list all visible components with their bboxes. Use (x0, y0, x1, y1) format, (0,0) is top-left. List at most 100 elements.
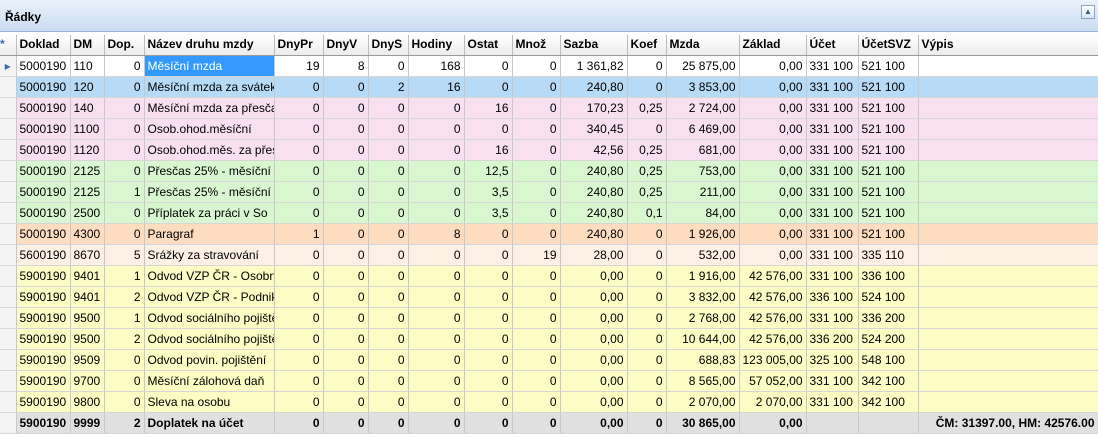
table-row[interactable]: 5900190 9800 0 Sleva na osobu 0 0 0 0 0 0 0,00 0 2 0… (0, 391, 1098, 413)
column-header[interactable]: Hodiny (408, 35, 465, 56)
cell-mno-[interactable]: 0 (512, 118, 561, 140)
cell-mzda[interactable]: 532,00 (666, 244, 740, 266)
cell-dnypr[interactable]: 0 (274, 202, 324, 224)
cell-mno-[interactable]: 0 (512, 202, 561, 224)
cell-dnys[interactable]: 0 (368, 118, 409, 140)
cell--et[interactable] (806, 412, 859, 434)
cell-z-klad[interactable]: 0,00 (739, 202, 807, 224)
cell-sazba[interactable]: 0,00 (560, 286, 628, 308)
cell-dop-[interactable]: 0 (104, 160, 145, 182)
cell-hodiny[interactable]: 0 (408, 286, 465, 308)
cell-dnys[interactable]: 0 (368, 286, 409, 308)
cell-ostat[interactable]: 0 (464, 286, 513, 308)
cell--et[interactable]: 331 100 (806, 202, 859, 224)
cell-mno-[interactable]: 0 (512, 160, 561, 182)
cell-doklad[interactable]: 5900190 (16, 328, 71, 350)
cell-sazba[interactable]: 0,00 (560, 307, 628, 329)
cell-v-pis[interactable] (918, 139, 1098, 161)
cell-n-zev-druhu-mzdy[interactable]: Měsíční mzda (144, 55, 275, 77)
cell-n-zev-druhu-mzdy[interactable]: Přesčas 25% - měsíční (144, 160, 275, 182)
cell-hodiny[interactable]: 0 (408, 265, 465, 287)
cell-dnyv[interactable]: 0 (323, 349, 369, 371)
cell-dnyv[interactable]: 0 (323, 139, 369, 161)
cell-z-klad[interactable]: 0,00 (739, 76, 807, 98)
cell-mno-[interactable]: 0 (512, 55, 561, 77)
cell-dnys[interactable]: 0 (368, 97, 409, 119)
cell-doklad[interactable]: 5000190 (16, 160, 71, 182)
cell-ostat[interactable]: 16 (464, 139, 513, 161)
column-header[interactable]: DnyPr (274, 35, 324, 56)
cell-ostat[interactable]: 16 (464, 97, 513, 119)
cell-doklad[interactable]: 5900190 (16, 286, 71, 308)
cell-v-pis[interactable] (918, 286, 1098, 308)
cell-dnys[interactable]: 0 (368, 139, 409, 161)
cell-doklad[interactable]: 5600190 (16, 244, 71, 266)
cell-sazba[interactable]: 0,00 (560, 265, 628, 287)
cell-ostat[interactable]: 0 (464, 76, 513, 98)
cell-dnypr[interactable]: 0 (274, 412, 324, 434)
row-indicator[interactable] (0, 97, 17, 119)
cell-dm[interactable]: 140 (70, 97, 105, 119)
cell-dm[interactable]: 2125 (70, 160, 105, 182)
cell-dop-[interactable]: 5 (104, 244, 145, 266)
cell-mno-[interactable]: 0 (512, 76, 561, 98)
cell-sazba[interactable]: 340,45 (560, 118, 628, 140)
cell-dnyv[interactable]: 0 (323, 370, 369, 392)
cell-v-pis[interactable] (918, 349, 1098, 371)
cell-koef[interactable]: 0 (627, 328, 667, 350)
cell-z-klad[interactable]: 0,00 (739, 97, 807, 119)
cell--etsvz[interactable]: 548 100 (858, 349, 919, 371)
cell-ostat[interactable]: 0 (464, 391, 513, 413)
cell-hodiny[interactable]: 0 (408, 202, 465, 224)
cell-dnys[interactable]: 0 (368, 265, 409, 287)
cell-dnypr[interactable]: 0 (274, 265, 324, 287)
cell-mzda[interactable]: 681,00 (666, 139, 740, 161)
cell-dnys[interactable]: 0 (368, 202, 409, 224)
cell-dnyv[interactable]: 0 (323, 244, 369, 266)
column-header[interactable]: ÚčetSVZ (858, 35, 919, 56)
cell-koef[interactable]: 0 (627, 244, 667, 266)
table-row[interactable]: 5000190 2125 1 Přesčas 25% - měsíční 0 0 0 0 3,5… (0, 181, 1098, 203)
cell-dm[interactable]: 9999 (70, 412, 105, 434)
cell-sazba[interactable]: 240,80 (560, 160, 628, 182)
cell-dop-[interactable]: 0 (104, 391, 145, 413)
cell-n-zev-druhu-mzdy[interactable]: Měsíční mzda za přesčas (144, 97, 275, 119)
cell-dm[interactable]: 110 (70, 55, 105, 77)
cell-dnyv[interactable]: 0 (323, 181, 369, 203)
cell-v-pis[interactable] (918, 370, 1098, 392)
cell-hodiny[interactable]: 0 (408, 139, 465, 161)
column-header[interactable]: DnyV (323, 35, 369, 56)
cell-dnys[interactable]: 2 (368, 76, 409, 98)
cell-hodiny[interactable]: 16 (408, 76, 465, 98)
cell-dm[interactable]: 1100 (70, 118, 105, 140)
cell-n-zev-druhu-mzdy[interactable]: Příplatek za práci v So (144, 202, 275, 224)
cell-dnys[interactable]: 0 (368, 307, 409, 329)
cell-sazba[interactable]: 1 361,82 (560, 55, 628, 77)
total-row[interactable]: 5900190 9999 2 Doplatek na účet 0 0 0 0 0 0 0,00 0 3… (0, 412, 1098, 434)
cell-ostat[interactable]: 3,5 (464, 202, 513, 224)
cell-koef[interactable]: 0 (627, 412, 667, 434)
row-indicator[interactable] (0, 223, 17, 245)
cell-koef[interactable]: 0 (627, 307, 667, 329)
cell-dnyv[interactable]: 0 (323, 307, 369, 329)
cell-n-zev-druhu-mzdy[interactable]: Srážky za stravování (144, 244, 275, 266)
cell-dnys[interactable]: 0 (368, 412, 409, 434)
cell-koef[interactable]: 0,25 (627, 181, 667, 203)
cell-mno-[interactable]: 0 (512, 97, 561, 119)
row-indicator[interactable] (0, 160, 17, 182)
cell-dnys[interactable]: 0 (368, 160, 409, 182)
cell-dop-[interactable]: 1 (104, 307, 145, 329)
cell-dop-[interactable]: 0 (104, 223, 145, 245)
cell-dnypr[interactable]: 19 (274, 55, 324, 77)
cell-sazba[interactable]: 240,80 (560, 181, 628, 203)
row-indicator[interactable] (0, 349, 17, 371)
cell-n-zev-druhu-mzdy[interactable]: Doplatek na účet (144, 412, 275, 434)
cell-mzda[interactable]: 10 644,00 (666, 328, 740, 350)
cell-z-klad[interactable]: 42 576,00 (739, 307, 807, 329)
cell-dm[interactable]: 9401 (70, 286, 105, 308)
table-row[interactable]: 5900190 9401 1 Odvod VZP ČR - Osobní 0 0 0 0 0 0 0… (0, 265, 1098, 287)
cell-mno-[interactable]: 0 (512, 286, 561, 308)
column-header[interactable]: Název druhu mzdy (144, 35, 275, 56)
cell-z-klad[interactable]: 0,00 (739, 55, 807, 77)
cell-n-zev-druhu-mzdy[interactable]: Osob.ohod.měs. za přesčas (144, 139, 275, 161)
